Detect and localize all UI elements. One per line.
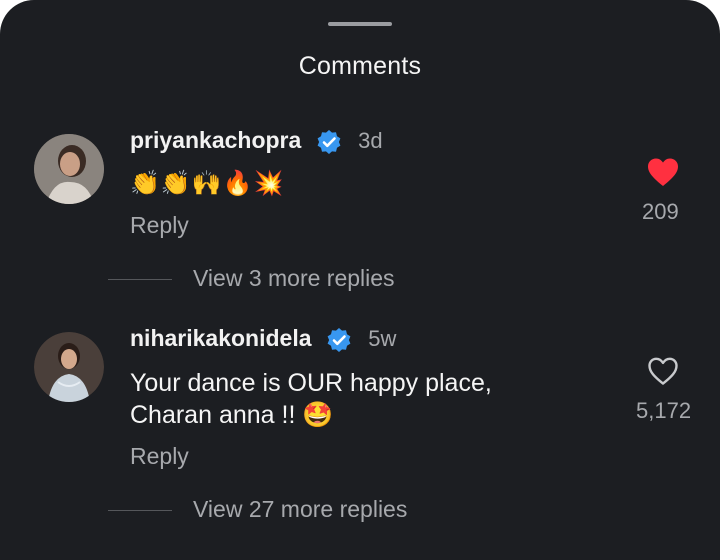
- comment-text-line: Your dance is OUR happy place,: [130, 369, 492, 397]
- reply-button[interactable]: Reply: [130, 212, 189, 239]
- comment-text: Your dance is OUR happy place, Charan an…: [130, 367, 492, 431]
- avatar[interactable]: [34, 332, 104, 402]
- verified-badge-icon: [317, 129, 341, 154]
- reply-button[interactable]: Reply: [130, 443, 189, 470]
- avatar[interactable]: [34, 134, 104, 204]
- like-count: 209: [642, 199, 679, 224]
- divider-line: [108, 510, 172, 511]
- heart-outline-icon: [648, 357, 678, 385]
- divider-line: [108, 279, 172, 280]
- sheet-title: Comments: [298, 52, 422, 80]
- username-text[interactable]: niharikakonidela: [130, 325, 312, 351]
- comment-time: 5w: [368, 326, 397, 351]
- like-count: 5,172: [636, 398, 692, 423]
- view-more-replies-label[interactable]: View 27 more replies: [193, 496, 407, 523]
- comment-text: 👏👏🙌🔥💥: [130, 170, 285, 197]
- drag-handle[interactable]: [328, 22, 392, 26]
- like-button[interactable]: [640, 157, 686, 187]
- username-text[interactable]: priyankachopra: [130, 127, 301, 153]
- comment-username[interactable]: niharikakonidela 5w: [130, 325, 396, 353]
- like-button[interactable]: [640, 356, 686, 386]
- heart-filled-icon: [648, 158, 678, 186]
- comment-time: 3d: [358, 128, 383, 153]
- comment-username[interactable]: priyankachopra 3d: [130, 127, 383, 155]
- comment-text-line: Charan anna !! 🤩: [130, 401, 334, 429]
- verified-badge-icon: [327, 327, 351, 352]
- comments-sheet: Comments priyankachopra 3d 👏👏🙌🔥💥 Reply 2…: [0, 0, 720, 560]
- view-more-replies-label[interactable]: View 3 more replies: [193, 265, 395, 292]
